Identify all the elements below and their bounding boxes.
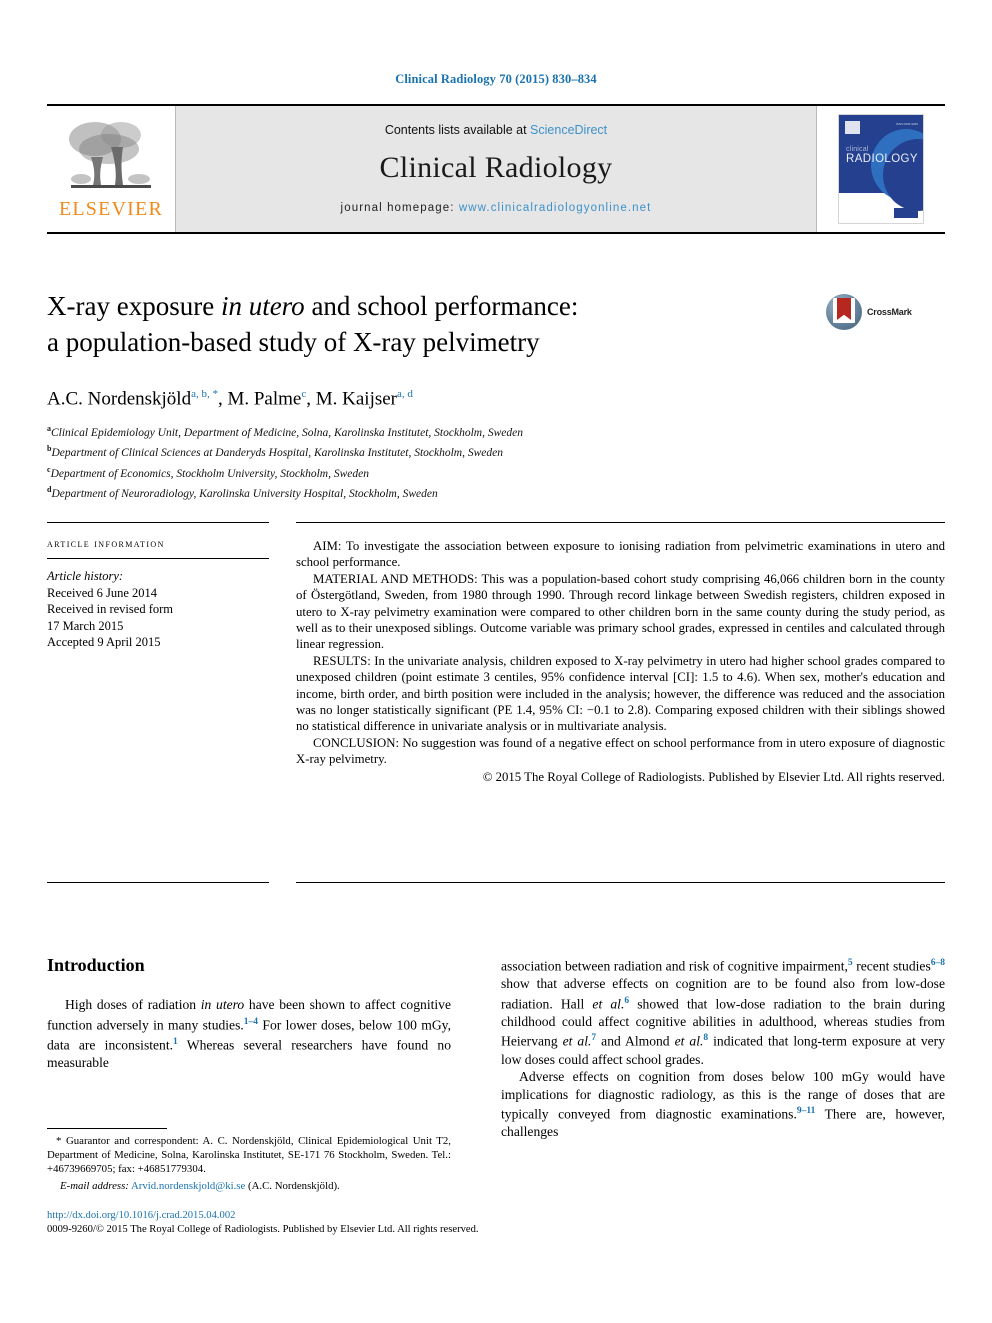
cover-issn-code: ISSN 0009-9260	[895, 122, 918, 126]
journal-masthead: ELSEVIER Contents lists available at Sci…	[47, 104, 945, 234]
affiliation-text-a: Clinical Epidemiology Unit, Department o…	[51, 426, 523, 439]
crossmark-icon	[826, 294, 862, 330]
footnote-email-line: E-mail address: Arvid.nordenskjold@ki.se…	[47, 1179, 451, 1193]
author-name-3[interactable]: M. Kaijser	[316, 388, 397, 409]
p1-seg1: High doses of radiation	[65, 997, 201, 1012]
article-history-line-2: Received in revised form	[47, 602, 173, 616]
article-history-label: Article history:	[47, 569, 124, 583]
journal-article-page: Clinical Radiology 70 (2015) 830–834 ELS…	[0, 0, 992, 1323]
affiliation-list: aClinical Epidemiology Unit, Department …	[47, 421, 827, 502]
article-information-heading: ARTICLE INFORMATION	[47, 538, 165, 550]
abstract-results-text: In the univariate analysis, children exp…	[296, 653, 945, 734]
journal-title: Clinical Radiology	[379, 151, 613, 184]
abstract-aim-text: To investigate the association between e…	[296, 539, 945, 570]
crossmark-badge[interactable]: CrossMark	[826, 292, 936, 332]
homepage-link[interactable]: www.clinicalradiologyonline.net	[459, 202, 652, 214]
title-italic-in-utero: in utero	[220, 291, 305, 321]
homepage-prefix: journal homepage:	[340, 202, 459, 214]
affiliation-a: aClinical Epidemiology Unit, Department …	[47, 421, 827, 441]
author-list: A.C. Nordenskjölda, b, *, M. Palmec, M. …	[47, 388, 413, 410]
elsevier-logo: ELSEVIER	[47, 106, 176, 232]
abstract-block: AIM: To investigate the association betw…	[296, 538, 945, 785]
p2-italic-et-al-3: et al.	[674, 1033, 704, 1049]
masthead-right: ISSN 0009-9260 clinical RADIOLOGY	[817, 106, 945, 232]
article-title: X-ray exposure in utero and school perfo…	[47, 288, 807, 360]
affiliation-c: cDepartment of Economics, Stockholm Univ…	[47, 462, 827, 482]
affiliation-d: dDepartment of Neuroradiology, Karolinsk…	[47, 482, 827, 502]
divider-artinfo-bottom	[47, 882, 269, 883]
author-name-2[interactable]: M. Palme	[227, 388, 301, 409]
abstract-conclusion-label: CONCLUSION:	[313, 735, 400, 750]
doi-link[interactable]: http://dx.doi.org/10.1016/j.crad.2015.04…	[47, 1209, 607, 1223]
elsevier-tree-icon	[65, 117, 157, 197]
title-line-2: a population-based study of X-ray pelvim…	[47, 327, 540, 357]
p2-seg5: and Almond	[596, 1033, 675, 1049]
abstract-methods: MATERIAL AND METHODS: This was a populat…	[296, 571, 945, 653]
cover-society-badge-icon	[894, 208, 918, 218]
abstract-results: RESULTS: In the univariate analysis, chi…	[296, 653, 945, 735]
abstract-aim-label: AIM:	[313, 539, 342, 553]
body-column-right: association between radiation and risk o…	[501, 955, 945, 1141]
contents-available-line: Contents lists available at ScienceDirec…	[176, 123, 816, 137]
cover-elsevier-mark-icon	[845, 121, 860, 134]
affiliation-text-d: Department of Neuroradiology, Karolinska…	[51, 487, 438, 500]
footnote-divider	[47, 1128, 167, 1129]
divider-artinfo-top	[47, 522, 269, 523]
author-marks-1: a, b, *	[191, 388, 218, 400]
body-column-left: Introduction High doses of radiation in …	[47, 955, 451, 1071]
affiliation-b: bDepartment of Clinical Sciences at Dand…	[47, 441, 827, 461]
footnote-block: * Guarantor and correspondent: A. C. Nor…	[47, 1134, 451, 1193]
sciencedirect-link[interactable]: ScienceDirect	[530, 123, 607, 137]
abstract-conclusion: CONCLUSION: No suggestion was found of a…	[296, 735, 945, 768]
elsevier-wordmark: ELSEVIER	[58, 198, 164, 220]
citation-ref-9-11[interactable]: 9–11	[797, 1106, 815, 1116]
intro-paragraph-left-1: High doses of radiation in utero have be…	[47, 996, 451, 1071]
cover-title-line1: clinical	[846, 146, 869, 153]
title-segment-2: and school performance:	[304, 291, 579, 321]
title-segment-1: X-ray exposure	[47, 291, 221, 321]
author-name-1[interactable]: A.C. Nordenskjöld	[47, 388, 191, 409]
abstract-aim: AIM: To investigate the association betw…	[296, 538, 945, 571]
footnote-correspondence: * Guarantor and correspondent: A. C. Nor…	[47, 1135, 451, 1176]
footnote-email-link[interactable]: Arvid.nordenskjold@ki.se	[131, 1180, 245, 1192]
divider-abstract-top	[296, 522, 945, 523]
article-history-line-1: Received 6 June 2014	[47, 585, 158, 600]
article-information-block: ARTICLE INFORMATION Article history: Rec…	[47, 538, 269, 651]
running-head: Clinical Radiology 70 (2015) 830–834	[395, 72, 597, 86]
cover-title-line2: RADIOLOGY	[846, 153, 918, 165]
intro-paragraph-right-1: association between radiation and risk o…	[501, 955, 945, 1068]
contents-prefix: Contents lists available at	[384, 123, 531, 137]
article-history-line-4: Accepted 9 April 2015	[47, 635, 161, 649]
affiliation-text-c: Department of Economics, Stockholm Unive…	[50, 467, 369, 480]
p1-italic-in-utero: in utero	[200, 997, 245, 1012]
page-footer: http://dx.doi.org/10.1016/j.crad.2015.04…	[47, 1209, 607, 1236]
author-marks-3: a, d	[397, 388, 413, 400]
intro-paragraph-right-2: Adverse effects on cognition from doses …	[501, 1068, 945, 1141]
p2-seg1: association between radiation and risk o…	[501, 958, 848, 974]
article-history: Article history: Received 6 June 2014 Re…	[47, 568, 269, 651]
abstract-methods-label: MATERIAL AND METHODS:	[313, 571, 478, 586]
p2-seg2: recent studies	[852, 958, 931, 974]
article-information-divider	[47, 558, 269, 559]
p2-italic-et-al-1: et al.	[592, 996, 625, 1012]
crossmark-label: CrossMark	[867, 307, 912, 317]
abstract-copyright: © 2015 The Royal College of Radiologists…	[482, 769, 945, 784]
divider-abstract-bottom	[296, 882, 945, 883]
footnote-email-label: E-mail address:	[60, 1179, 129, 1192]
footer-copyright: 0009-9260/© 2015 The Royal College of Ra…	[47, 1223, 479, 1235]
affiliation-text-b: Department of Clinical Sciences at Dande…	[51, 447, 503, 460]
citation-ref-1-4[interactable]: 1–4	[244, 1017, 258, 1027]
title-block: X-ray exposure in utero and school perfo…	[47, 288, 807, 360]
article-history-line-3: 17 March 2015	[47, 618, 124, 633]
author-sep-2: ,	[306, 388, 316, 410]
journal-cover-thumbnail: ISSN 0009-9260 clinical RADIOLOGY	[838, 114, 924, 224]
section-heading-introduction: Introduction	[47, 955, 145, 975]
footnote-email-owner: (A.C. Nordenskjöld).	[245, 1179, 340, 1192]
masthead-center: Contents lists available at ScienceDirec…	[176, 106, 817, 232]
journal-homepage-line: journal homepage: www.clinicalradiologyo…	[176, 202, 816, 214]
citation-ref-6-8[interactable]: 6–8	[931, 958, 945, 968]
abstract-results-label: RESULTS:	[313, 653, 371, 668]
p2-italic-et-al-2: et al.	[562, 1033, 592, 1049]
